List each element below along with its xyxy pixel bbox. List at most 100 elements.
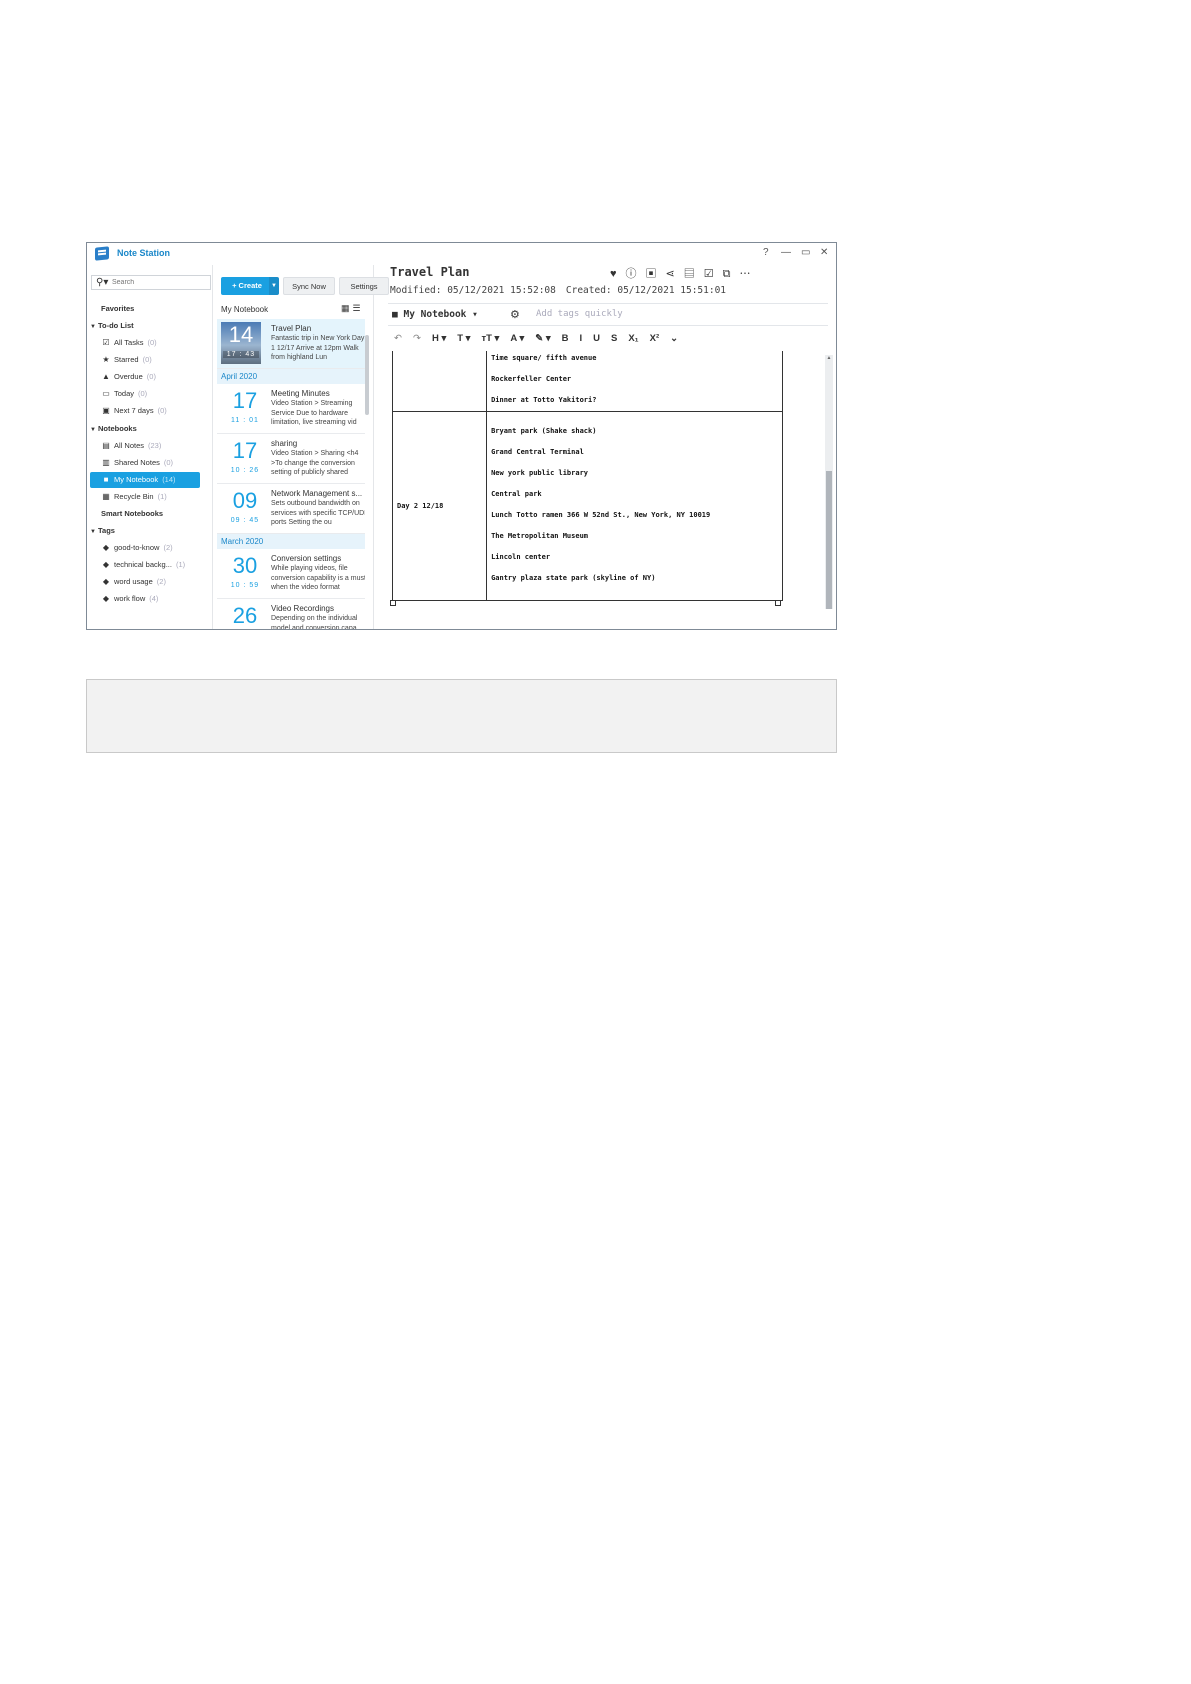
notebooks-header[interactable]: ▼ Notebooks — [90, 421, 214, 437]
italic-button[interactable]: I — [579, 333, 582, 344]
redo-icon[interactable]: ↷ — [413, 333, 421, 344]
create-button[interactable]: + Create — [221, 277, 273, 295]
favorites-header[interactable]: Favorites — [101, 301, 225, 317]
smart-notebooks-header[interactable]: Smart Notebooks — [101, 506, 225, 522]
tag-icon: ◆ — [102, 594, 110, 603]
sidebar-item-overdue[interactable]: ▲ Overdue (0) — [101, 369, 225, 385]
notes-icon: ▤ — [102, 441, 110, 450]
tag-icon: ◆ — [102, 560, 110, 569]
warning-icon: ▲ — [102, 372, 110, 381]
sidebar-item-tag[interactable]: ◆ work flow (4) — [101, 591, 225, 607]
heart-icon[interactable]: ♥ — [610, 268, 626, 280]
sync-now-button[interactable]: Sync Now — [283, 277, 335, 295]
editor-scrollbar[interactable]: ▲ — [825, 355, 833, 609]
undo-icon[interactable]: ↶ — [394, 333, 402, 344]
list-item[interactable]: 17 11 : 01 Meeting Minutes Video Station… — [217, 384, 365, 434]
sidebar-item-my-notebook[interactable]: ■ My Notebook (14) — [90, 472, 200, 488]
underline-button[interactable]: U — [593, 333, 600, 344]
itinerary-table[interactable]: Time square/ fifth avenue Rockerfeller C… — [391, 351, 783, 601]
collapse-caret-icon[interactable]: ▼ — [90, 524, 98, 540]
sidebar-item-all-notes[interactable]: ▤ All Notes (23) — [101, 438, 225, 454]
collapse-caret-icon[interactable]: ▼ — [90, 319, 98, 335]
add-tag-icon[interactable]: ⚙ — [510, 308, 520, 321]
list-scrollbar[interactable] — [365, 335, 369, 415]
resize-handle[interactable] — [775, 600, 781, 606]
sidebar-item-tag[interactable]: ◆ good-to-know (2) — [101, 540, 225, 556]
share-icon[interactable]: ⋖ — [666, 268, 684, 280]
table-row: Day 2 12/18 Bryant park (Shake shack) Gr… — [391, 411, 783, 601]
sidebar-item-tag[interactable]: ◆ word usage (2) — [101, 574, 225, 590]
popout-icon[interactable]: ⧉ — [723, 268, 740, 280]
search-input[interactable] — [112, 277, 206, 288]
info-icon[interactable]: ⓘ — [626, 268, 646, 280]
subscript-button[interactable]: X₁ — [628, 333, 638, 344]
strikethrough-button[interactable]: S — [611, 333, 617, 344]
resize-handle[interactable] — [390, 600, 396, 606]
lock-icon[interactable]: ▣ — [646, 268, 666, 280]
more-icon[interactable]: ⋯ — [739, 268, 759, 280]
text-color-button[interactable]: A ▾ — [510, 333, 524, 344]
notebook-selector[interactable]: ■ My Notebook ▾ — [392, 309, 478, 320]
list-item[interactable]: 17 10 : 26 sharing Video Station > Shari… — [217, 434, 365, 484]
star-icon: ★ — [102, 355, 110, 364]
trash-icon: ▦ — [102, 492, 110, 501]
expand-toolbar-icon[interactable]: ⌄ — [670, 333, 678, 344]
note-title: Video Recordings — [271, 604, 335, 613]
help-icon[interactable]: ? — [763, 247, 769, 258]
highlight-button[interactable]: ✎ ▾ — [535, 333, 550, 344]
group-header: April 2020 — [217, 369, 365, 384]
created-date: Created: 05/12/2021 15:51:01 — [565, 285, 727, 296]
sidebar-item-all-tasks[interactable]: ☑ All Tasks (0) — [101, 335, 225, 351]
font-button[interactable]: T ▾ — [457, 333, 470, 344]
sidebar-item-starred[interactable]: ★ Starred (0) — [101, 352, 225, 368]
day-label[interactable]: Day 2 12/18 — [391, 411, 488, 601]
search-box[interactable]: ⚲▾ — [91, 275, 211, 290]
sidebar-item-tag[interactable]: ◆ technical backg... (1) — [101, 557, 225, 573]
grid-view-icon[interactable]: ▦ — [341, 303, 353, 313]
note-title-heading[interactable]: Travel Plan — [390, 265, 469, 279]
maximize-icon[interactable]: ▭ — [801, 247, 810, 258]
collapse-caret-icon[interactable]: ▼ — [90, 422, 98, 438]
note-content[interactable]: Time square/ fifth avenue Rockerfeller C… — [388, 351, 783, 609]
presentation-icon[interactable]: ▤ — [684, 268, 704, 280]
sidebar-item-next-7-days[interactable]: ▣ Next 7 days (0) — [101, 403, 225, 419]
heading-button[interactable]: H ▾ — [432, 333, 446, 344]
notebook-icon: ■ — [392, 309, 398, 320]
note-title: Meeting Minutes — [271, 389, 330, 398]
list-item[interactable]: 26 Video Recordings Depending on the ind… — [217, 599, 365, 630]
scrollbar-thumb[interactable] — [826, 471, 832, 609]
list-item[interactable]: 14 17 : 43 Travel Plan Fantastic trip in… — [217, 319, 365, 369]
app-title: Note Station — [117, 248, 170, 258]
list-item[interactable]: 30 10 : 59 Conversion settings While pla… — [217, 549, 365, 599]
bold-button[interactable]: B — [562, 333, 569, 344]
scroll-up-icon[interactable]: ▲ — [825, 355, 833, 361]
font-size-button[interactable]: ᴛT ▾ — [481, 333, 499, 344]
note-list: 14 17 : 43 Travel Plan Fantastic trip in… — [217, 319, 365, 630]
calendar-icon: ▭ — [102, 389, 110, 398]
sidebar-item-shared-notes[interactable]: ▥ Shared Notes (0) — [101, 455, 225, 471]
note-station-window: Note Station ? — ▭ ✕ ⚲▾ Favorites ▼To-do… — [86, 242, 837, 630]
tags-input[interactable]: Add tags quickly — [536, 309, 623, 319]
tags-header[interactable]: ▼ Tags — [90, 523, 214, 539]
close-icon[interactable]: ✕ — [820, 247, 828, 258]
note-thumbnail: 14 17 : 43 — [221, 322, 261, 364]
note-snippet: Depending on the individual model and co… — [271, 615, 358, 630]
list-item[interactable]: 09 09 : 45 Network Management s... Sets … — [217, 484, 365, 534]
format-toolbar: ↶ ↷ H ▾ T ▾ ᴛT ▾ A ▾ ✎ ▾ B I U S X₁ X² ⌄ — [394, 333, 689, 344]
todo-header[interactable]: ▼ To-do List — [90, 318, 214, 334]
note-editor: Travel Plan ♥ⓘ▣⋖▤☑⧉⋯ Modified: 05/12/202… — [374, 265, 836, 629]
list-heading: My Notebook — [221, 305, 269, 314]
sort-icon[interactable]: ☰ — [353, 303, 364, 313]
task-checkbox-icon[interactable]: ☑ — [704, 268, 723, 280]
create-dropdown-icon[interactable]: ▼ — [269, 277, 279, 295]
search-icon[interactable]: ⚲▾ — [96, 277, 108, 288]
note-snippet: Sets outbound bandwidth on services with… — [271, 500, 365, 526]
sidebar-item-recycle-bin[interactable]: ▦ Recycle Bin (1) — [101, 489, 225, 505]
notebook-icon: ■ — [103, 475, 109, 484]
note-title: Network Management s... — [271, 489, 363, 498]
superscript-button[interactable]: X² — [650, 333, 660, 344]
note-snippet: Video Station > Sharing <h4 >To change t… — [271, 450, 359, 476]
minimize-icon[interactable]: — — [781, 247, 791, 258]
sidebar-item-today[interactable]: ▭ Today (0) — [101, 386, 225, 402]
note-station-logo-icon — [95, 246, 109, 261]
